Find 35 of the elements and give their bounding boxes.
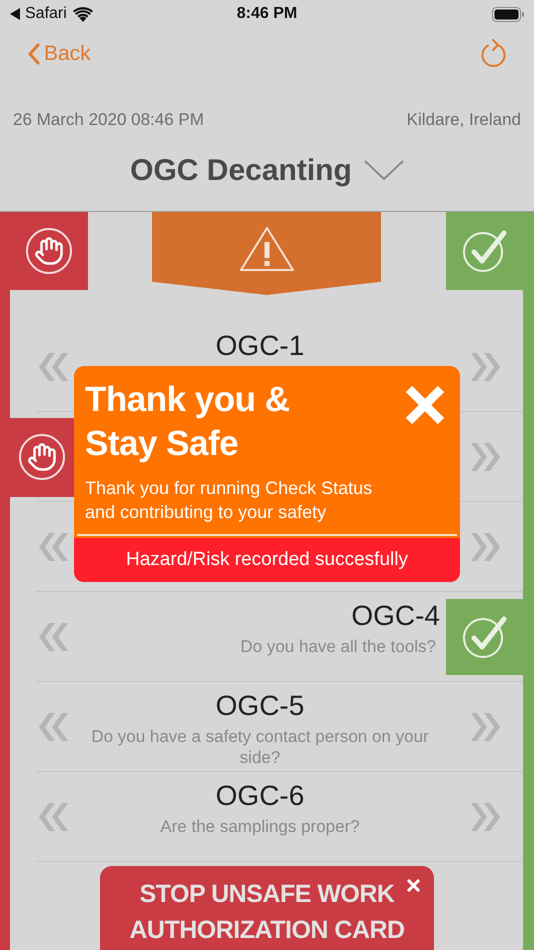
unsafe-status-tile[interactable] xyxy=(10,418,74,496)
warning-icon xyxy=(238,226,294,272)
close-icon[interactable] xyxy=(407,879,420,892)
check-code: OGC-4 xyxy=(351,600,440,632)
result-message: Hazard/Risk recorded succesfully xyxy=(74,538,460,582)
safe-status-tile[interactable] xyxy=(446,599,523,675)
stop-card-text: STOP UNSAFE WORK AUTHORIZATION CARD xyxy=(128,879,406,946)
refresh-icon[interactable] xyxy=(480,39,508,69)
check-icon xyxy=(462,229,508,273)
dialog-title: Thank you & Stay Safe xyxy=(85,379,291,465)
back-arrow-icon[interactable] xyxy=(10,8,20,20)
stop-hand-icon xyxy=(19,434,65,480)
dropdown-chevron-icon[interactable] xyxy=(364,159,404,181)
close-icon[interactable] xyxy=(404,384,446,426)
chevron-left-icon xyxy=(28,43,40,65)
dialog-message: Thank you for running Check Status and contributing to your safety xyxy=(85,477,374,524)
check-question: Do you have a safety contact person on your side? xyxy=(90,726,430,768)
check-question: Are the samplings proper? xyxy=(159,816,361,837)
date-time-text: 26 March 2020 08:46 PM xyxy=(13,109,204,132)
check-code: OGC-1 xyxy=(216,330,304,362)
back-button[interactable]: Back xyxy=(28,38,91,70)
check-code: OGC-5 xyxy=(216,690,304,722)
status-app-name: Safari xyxy=(25,4,67,24)
stop-hand-icon xyxy=(26,228,72,274)
check-question: Do you have all the tools? xyxy=(239,636,437,657)
check-icon xyxy=(462,615,508,659)
stop-work-card[interactable]: STOP UNSAFE WORK AUTHORIZATION CARD xyxy=(100,866,434,950)
check-code: OGC-6 xyxy=(216,780,304,812)
wifi-icon xyxy=(72,6,93,22)
battery-icon xyxy=(492,6,524,22)
location-text: Kildare, Ireland xyxy=(406,109,521,132)
status-time: 8:46 PM xyxy=(236,4,298,24)
stop-work-tile[interactable] xyxy=(10,212,88,290)
page-title: OGC Decanting xyxy=(130,152,352,188)
safe-tile[interactable] xyxy=(446,212,523,290)
